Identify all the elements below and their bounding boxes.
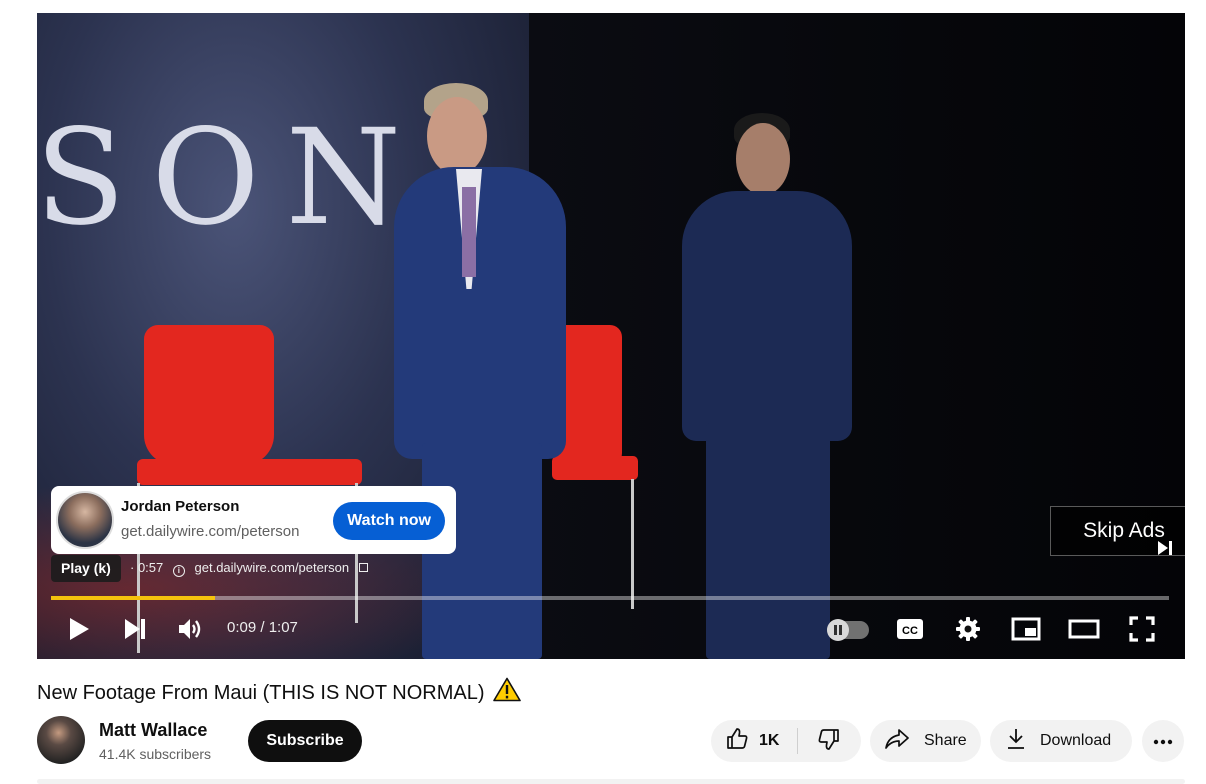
share-label: Share [924, 732, 967, 749]
backdrop-text: SON [37, 101, 428, 255]
warning-icon [492, 677, 521, 708]
ad-info-line: · 0:57 i get.dailywire.com/peterson [130, 560, 374, 577]
play-icon [68, 617, 90, 641]
speaker-suit [682, 191, 852, 441]
share-icon [884, 728, 910, 755]
skip-ads-button[interactable]: Skip Ads [1050, 506, 1185, 556]
play-tooltip: Play (k) [51, 555, 121, 582]
subscribe-button[interactable]: Subscribe [248, 720, 362, 762]
like-count: 1K [759, 732, 780, 749]
stage-dark-area [529, 13, 1185, 659]
skip-icon [1157, 525, 1173, 573]
speaker-head [427, 97, 487, 175]
volume-icon [178, 618, 204, 640]
red-chair-left-seat [137, 459, 362, 485]
theater-icon [1068, 619, 1100, 639]
autoplay-pause-icon [827, 619, 849, 641]
settings-icon [955, 616, 981, 642]
ad-avatar [56, 491, 114, 549]
autoplay-toggle[interactable] [827, 619, 869, 641]
miniplayer-icon [1011, 617, 1041, 641]
thumbs-down-icon [817, 727, 841, 756]
speaker-left [394, 83, 569, 659]
next-icon [123, 618, 147, 640]
thumbs-up-icon [725, 727, 749, 756]
dislike-button[interactable] [798, 727, 860, 756]
theater-mode-button[interactable] [1061, 609, 1107, 649]
svg-text:CC: CC [902, 625, 918, 637]
like-dislike-group: 1K [711, 720, 861, 762]
subscriber-count: 41.4K subscribers [99, 746, 212, 762]
ad-info-link[interactable]: get.dailywire.com/peterson [195, 560, 350, 575]
miniplayer-button[interactable] [1003, 609, 1049, 649]
speaker-legs [706, 423, 830, 659]
video-player[interactable]: SON Jordan Peterson get.dailywire.com/pe… [37, 13, 1185, 659]
progress-played [51, 596, 216, 600]
watch-now-button[interactable]: Watch now [333, 502, 445, 540]
ad-url: get.dailywire.com/peterson [121, 523, 300, 540]
video-title: New Footage From Maui (THIS IS NOT NORMA… [37, 677, 521, 708]
captions-button[interactable]: CC [887, 609, 933, 649]
description-box-edge [37, 779, 1185, 784]
channel-name[interactable]: Matt Wallace [99, 720, 207, 741]
speaker-tie [462, 187, 476, 277]
skip-ads-label: Skip Ads [1083, 519, 1165, 542]
fullscreen-button[interactable] [1119, 609, 1165, 649]
fullscreen-icon [1129, 616, 1155, 642]
red-chair-left [144, 325, 274, 465]
ad-card[interactable]: Jordan Peterson get.dailywire.com/peters… [51, 486, 456, 554]
ad-remaining-time: 0:57 [137, 560, 164, 575]
progress-bar[interactable] [51, 596, 1169, 600]
download-label: Download [1040, 732, 1112, 749]
speaker-suit [394, 167, 566, 459]
more-horizontal-icon [1153, 732, 1173, 750]
time-display: 0:09 / 1:07 [227, 619, 298, 636]
info-icon[interactable]: i [172, 565, 185, 577]
mute-button[interactable] [169, 609, 213, 649]
ad-advertiser-name: Jordan Peterson [121, 498, 240, 515]
external-link-icon [359, 563, 369, 572]
captions-icon: CC [896, 618, 924, 640]
chair-leg [631, 479, 634, 609]
share-button[interactable]: Share [870, 720, 981, 762]
speaker-right [682, 113, 852, 659]
next-button[interactable] [113, 609, 157, 649]
download-icon [1006, 728, 1026, 755]
speaker-head [736, 123, 790, 195]
channel-avatar[interactable] [37, 716, 85, 764]
play-button[interactable] [57, 609, 101, 649]
settings-button[interactable] [945, 609, 991, 649]
like-button[interactable]: 1K [711, 727, 797, 756]
download-button[interactable]: Download [990, 720, 1132, 762]
more-actions-button[interactable] [1142, 720, 1184, 762]
video-title-text: New Footage From Maui (THIS IS NOT NORMA… [37, 682, 485, 704]
